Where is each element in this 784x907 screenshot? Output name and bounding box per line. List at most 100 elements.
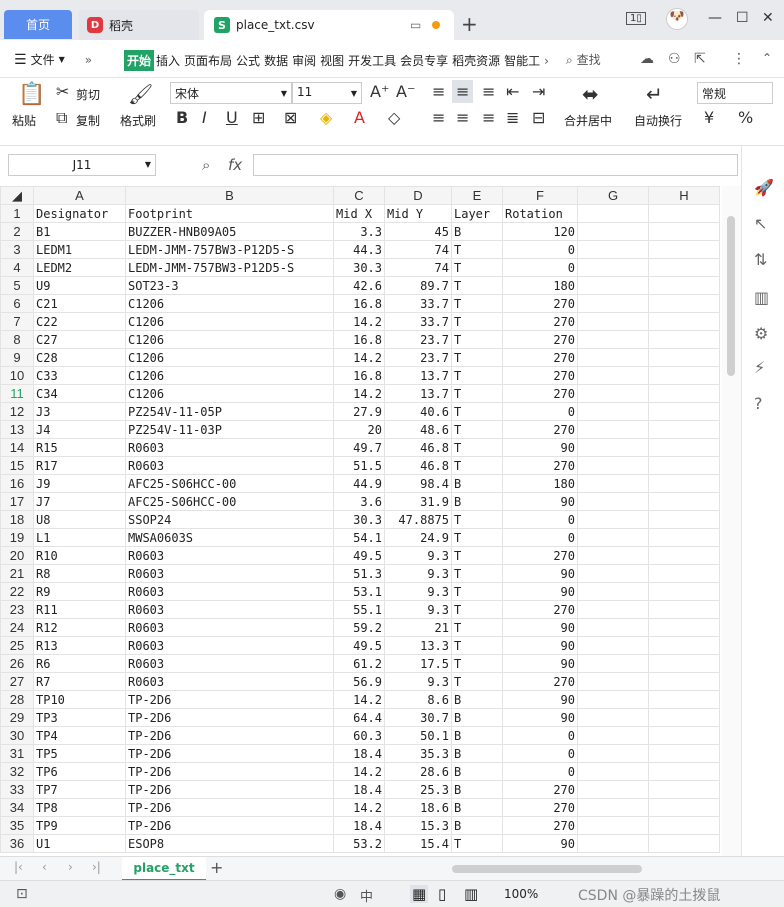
cursor-icon[interactable]: ↖: [754, 214, 767, 233]
cell[interactable]: [577, 654, 649, 673]
menu-item-data[interactable]: 数据: [262, 52, 290, 69]
file-menu[interactable]: ☰ 文件 ▼ »: [14, 51, 92, 68]
cell[interactable]: U8: [33, 510, 126, 529]
cell[interactable]: B: [451, 492, 503, 511]
sliders-icon[interactable]: ⇅: [754, 250, 767, 269]
normal-view-icon[interactable]: ▦: [410, 885, 429, 903]
cell[interactable]: TP-2D6: [125, 690, 334, 709]
row-header[interactable]: 28: [0, 690, 34, 709]
cell[interactable]: 14.2: [333, 690, 385, 709]
row-header[interactable]: 2: [0, 222, 34, 241]
cell[interactable]: [577, 222, 649, 241]
cell[interactable]: TP-2D6: [125, 762, 334, 781]
paste-button[interactable]: 粘贴: [12, 112, 36, 129]
cell[interactable]: T: [451, 600, 503, 619]
cell[interactable]: U1: [33, 834, 126, 853]
cell[interactable]: B: [451, 816, 503, 835]
row-header[interactable]: 5: [0, 276, 34, 295]
cell[interactable]: B: [451, 744, 503, 763]
cell[interactable]: 18.4: [333, 816, 385, 835]
cell[interactable]: R12: [33, 618, 126, 637]
cell[interactable]: Mid X: [333, 204, 385, 223]
cell[interactable]: J3: [33, 402, 126, 421]
cell[interactable]: [648, 834, 720, 853]
cell[interactable]: T: [451, 384, 503, 403]
cell[interactable]: TP-2D6: [125, 726, 334, 745]
row-header[interactable]: 34: [0, 798, 34, 817]
menu-item-developer[interactable]: 开发工具: [346, 52, 398, 69]
cell[interactable]: Designator: [33, 204, 126, 223]
rocket-icon[interactable]: 🚀: [754, 178, 774, 197]
cell[interactable]: 0: [502, 726, 578, 745]
cell[interactable]: TP-2D6: [125, 798, 334, 817]
indent-decrease-icon[interactable]: ⇤: [506, 82, 519, 101]
cell[interactable]: 3.6: [333, 492, 385, 511]
cell[interactable]: L1: [33, 528, 126, 547]
cell[interactable]: 270: [502, 420, 578, 439]
cell[interactable]: 17.5: [384, 654, 452, 673]
sheet-tab-place-txt[interactable]: place_txt: [122, 857, 206, 881]
tab-file[interactable]: S place_txt.csv ▭: [204, 10, 454, 40]
cell[interactable]: R10: [33, 546, 126, 565]
input-method-icon[interactable]: 中: [360, 886, 373, 905]
cell[interactable]: 30.7: [384, 708, 452, 727]
cell[interactable]: C33: [33, 366, 126, 385]
cell[interactable]: [648, 402, 720, 421]
cell[interactable]: [577, 546, 649, 565]
cell[interactable]: [577, 366, 649, 385]
distributed-icon[interactable]: ⊟: [532, 108, 545, 127]
cell[interactable]: 0: [502, 510, 578, 529]
cell[interactable]: 9.3: [384, 546, 452, 565]
cell[interactable]: T: [451, 312, 503, 331]
row-header[interactable]: 22: [0, 582, 34, 601]
number-format-select[interactable]: 常规: [697, 82, 773, 104]
cell[interactable]: R0603: [125, 546, 334, 565]
cell[interactable]: 49.5: [333, 636, 385, 655]
menu-item-formula[interactable]: 公式: [234, 52, 262, 69]
format-painter-button[interactable]: 格式刷: [120, 112, 156, 129]
cell[interactable]: 42.6: [333, 276, 385, 295]
cell[interactable]: 270: [502, 384, 578, 403]
cell[interactable]: TP-2D6: [125, 744, 334, 763]
cell[interactable]: 270: [502, 294, 578, 313]
cell[interactable]: 50.1: [384, 726, 452, 745]
cell[interactable]: [577, 636, 649, 655]
cell[interactable]: T: [451, 240, 503, 259]
cell[interactable]: 46.8: [384, 438, 452, 457]
cell[interactable]: 48.6: [384, 420, 452, 439]
bold-icon[interactable]: B: [176, 108, 188, 127]
row-header[interactable]: 21: [0, 564, 34, 583]
cell[interactable]: [577, 276, 649, 295]
cell[interactable]: 51.3: [333, 564, 385, 583]
cell[interactable]: [648, 330, 720, 349]
cell[interactable]: 13.7: [384, 366, 452, 385]
column-header[interactable]: A: [33, 186, 126, 205]
first-sheet-icon[interactable]: |‹: [14, 860, 23, 874]
cell[interactable]: T: [451, 438, 503, 457]
row-header[interactable]: 1: [0, 204, 34, 223]
eye-icon[interactable]: ◉: [334, 886, 346, 902]
cell[interactable]: [648, 528, 720, 547]
cell[interactable]: T: [451, 834, 503, 853]
fill-color-icon[interactable]: ◈: [320, 108, 332, 127]
cell[interactable]: T: [451, 348, 503, 367]
panel-icon[interactable]: ▥: [754, 288, 769, 307]
cell[interactable]: 27.9: [333, 402, 385, 421]
cell[interactable]: [648, 366, 720, 385]
cell[interactable]: 90: [502, 636, 578, 655]
cell[interactable]: 20: [333, 420, 385, 439]
cell[interactable]: 13.7: [384, 384, 452, 403]
cell[interactable]: 90: [502, 618, 578, 637]
cell[interactable]: [577, 330, 649, 349]
page-break-view-icon[interactable]: ▥: [464, 885, 478, 903]
cell[interactable]: [648, 636, 720, 655]
cell[interactable]: 13.3: [384, 636, 452, 655]
copy-button[interactable]: 复制: [76, 112, 100, 129]
cell[interactable]: 90: [502, 438, 578, 457]
cell[interactable]: 74: [384, 240, 452, 259]
currency-icon[interactable]: ¥: [704, 108, 714, 127]
cell[interactable]: TP-2D6: [125, 708, 334, 727]
cell[interactable]: 8.6: [384, 690, 452, 709]
clear-format-icon[interactable]: ◇: [388, 108, 400, 127]
cell[interactable]: [648, 456, 720, 475]
